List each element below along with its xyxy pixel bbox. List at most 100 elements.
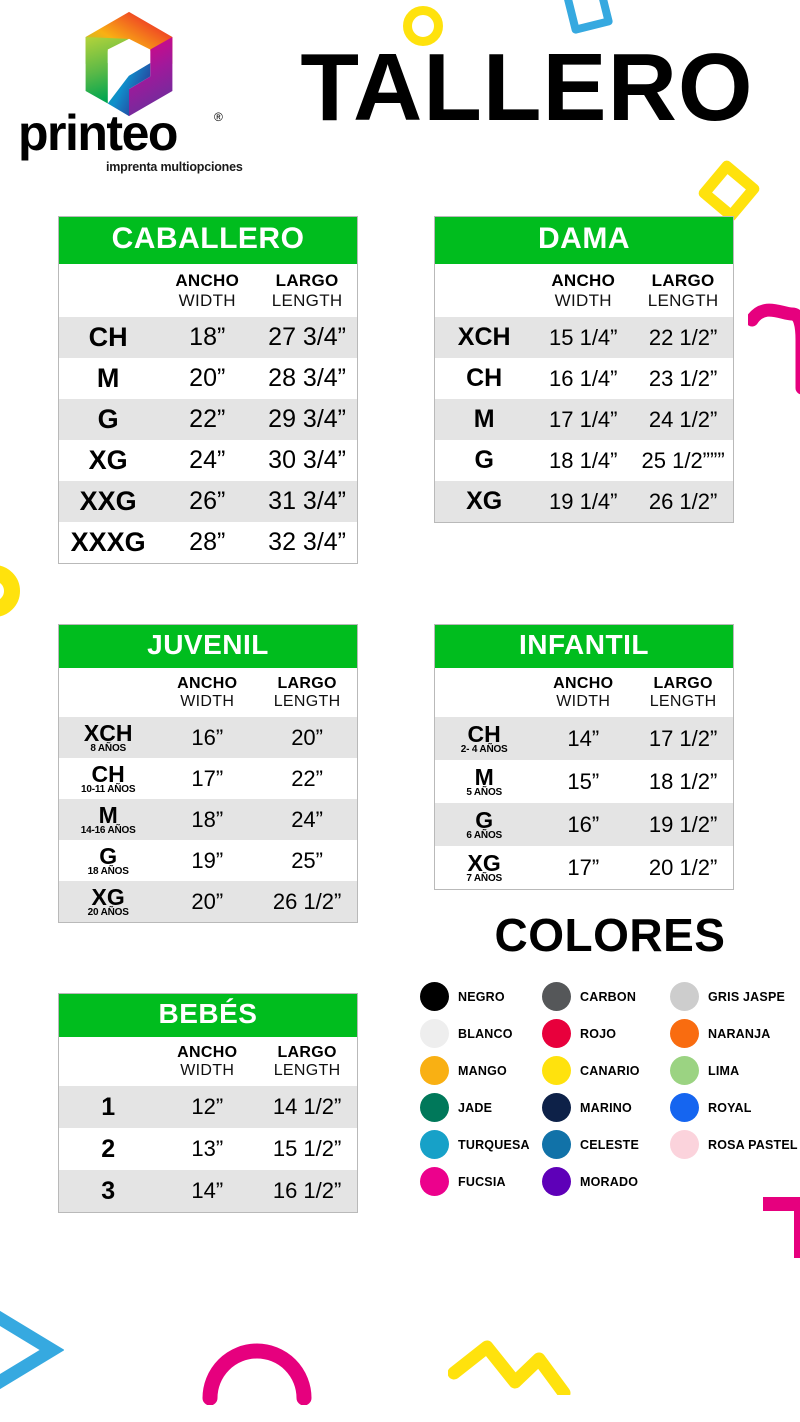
cell-length: 19 1/2”	[648, 811, 718, 837]
cell-age-label: 6 AÑOS	[466, 829, 502, 841]
column-headers: ANCHO WIDTH LARGO LENGTH	[59, 668, 357, 717]
col-width-label-es: ANCHO	[177, 1044, 238, 1061]
color-label: MORADO	[580, 1174, 639, 1189]
col-length-label-en: LENGTH	[649, 693, 717, 710]
cell-width: 17”	[191, 765, 224, 791]
color-label: MANGO	[458, 1063, 507, 1078]
cell-size: XXG	[79, 486, 137, 516]
cell-length: 20”	[291, 724, 323, 750]
pink-chevron-bottom-right-decoration	[763, 1197, 800, 1258]
cell-size: CH 2- 4 AÑOS	[435, 720, 533, 755]
col-length-header: LARGO LENGTH	[633, 675, 733, 711]
cell-size: G	[97, 404, 119, 434]
color-label: ROYAL	[708, 1100, 752, 1115]
cell-width: 17 1/4”	[549, 406, 618, 432]
col-width-label-en: WIDTH	[180, 693, 235, 710]
color-swatch-item: GRIS JASPE	[670, 978, 800, 1015]
color-circle-icon	[542, 1130, 571, 1159]
cell-width: 16”	[567, 811, 600, 837]
cell-size: 2	[101, 1134, 116, 1163]
cell-width: 26”	[189, 487, 226, 515]
column-headers: ANCHO WIDTH LARGO LENGTH	[435, 264, 733, 317]
color-swatch-item: ROYAL	[670, 1089, 800, 1126]
col-width-header: ANCHO WIDTH	[533, 271, 633, 311]
color-circle-icon	[670, 1093, 699, 1122]
cell-length: 28 3/4”	[268, 364, 347, 392]
cell-size: XCH 8 AÑOS	[59, 719, 157, 754]
col-size-header	[435, 675, 533, 711]
cell-length: 25 1/2”””	[641, 447, 725, 473]
size-table-infantil: INFANTIL ANCHO WIDTH LARGO LENGTH CH 2- …	[434, 624, 734, 890]
table-title-infantil: INFANTIL	[435, 625, 733, 668]
cell-size-label: G	[99, 842, 118, 869]
color-label: BLANCO	[458, 1026, 513, 1041]
color-circle-icon	[542, 1056, 571, 1085]
cell-age-label: 7 AÑOS	[466, 872, 502, 884]
color-circle-icon	[670, 1019, 699, 1048]
cell-size: M	[96, 363, 120, 393]
cell-width: 14”	[567, 725, 600, 751]
cell-size-label: CH	[467, 720, 501, 747]
table-row: XXXG 28” 32 3/4”	[59, 522, 357, 563]
cell-size: CH	[466, 364, 503, 392]
table-row: G 6 AÑOS 16” 19 1/2”	[435, 803, 733, 846]
col-size-header	[59, 1044, 157, 1080]
color-circle-icon	[420, 1167, 449, 1196]
size-table-dama: DAMA ANCHO WIDTH LARGO LENGTH XCH 15 1/4…	[434, 216, 734, 523]
color-label: TURQUESA	[458, 1137, 530, 1152]
color-circle-icon	[542, 1167, 571, 1196]
table-row: XXG 26” 31 3/4”	[59, 481, 357, 522]
table-title-caballero: CABALLERO	[59, 217, 357, 264]
color-swatch-item: NEGRO	[420, 978, 542, 1015]
table-row: M 14-16 AÑOS 18” 24”	[59, 799, 357, 840]
yellow-zigzag-bottom-decoration	[448, 1340, 571, 1395]
cell-size: M 14-16 AÑOS	[59, 803, 157, 836]
cell-size-label: XCH	[83, 719, 133, 746]
col-width-label-en: WIDTH	[180, 1062, 235, 1079]
cell-length: 16 1/2”	[272, 1178, 342, 1203]
color-circle-icon	[420, 1019, 449, 1048]
cell-size: CH	[88, 322, 128, 352]
column-headers: ANCHO WIDTH LARGO LENGTH	[59, 1037, 357, 1086]
color-swatch-item: TURQUESA	[420, 1126, 542, 1163]
cell-size: XG 20 AÑOS	[59, 885, 157, 918]
table-row: M 20” 28 3/4”	[59, 358, 357, 399]
cell-length: 32 3/4”	[268, 528, 347, 556]
cell-age-label: 20 AÑOS	[87, 906, 129, 918]
table-row: 1 12” 14 1/2”	[59, 1086, 357, 1128]
poster-header: printeo ® imprenta multiopciones TALLERO	[0, 0, 800, 200]
cell-width: 20”	[189, 364, 226, 392]
cell-length: 22”	[291, 765, 323, 791]
cell-size-label: G	[475, 806, 494, 833]
cell-length: 29 3/4”	[268, 405, 347, 433]
color-swatch-item: CANARIO	[542, 1052, 670, 1089]
color-swatch-item: CELESTE	[542, 1126, 670, 1163]
color-swatch-item: LIMA	[670, 1052, 800, 1089]
col-width-header: ANCHO WIDTH	[157, 1044, 257, 1080]
color-swatch-grid: NEGRO CARBON GRIS JASPE BLANCO ROJO NARA…	[420, 978, 800, 1200]
brand-name: printeo	[18, 105, 178, 161]
pink-wave-right-decoration	[748, 303, 800, 395]
cell-width: 18”	[189, 323, 226, 351]
table-row: XG 19 1/4” 26 1/2”	[435, 481, 733, 522]
color-label: ROSA PASTEL	[708, 1137, 798, 1152]
table-title-bebes: BEBÉS	[59, 994, 357, 1037]
cell-size: M	[473, 405, 495, 433]
table-row: M 5 AÑOS 15” 18 1/2”	[435, 760, 733, 803]
col-length-label-en: LENGTH	[647, 291, 719, 310]
color-circle-icon	[670, 1056, 699, 1085]
cell-length: 15 1/2”	[272, 1136, 342, 1161]
color-label: CELESTE	[580, 1137, 640, 1152]
cell-size: M 5 AÑOS	[435, 765, 533, 798]
cell-size: XG 7 AÑOS	[435, 851, 533, 884]
cell-size: XG	[466, 487, 503, 515]
color-swatch-spacer	[670, 1163, 800, 1200]
color-swatch-item: MANGO	[420, 1052, 542, 1089]
cell-width: 28”	[189, 528, 226, 556]
color-label: JADE	[458, 1100, 493, 1115]
color-swatch-item: MORADO	[542, 1163, 670, 1200]
cell-width: 14”	[191, 1178, 224, 1203]
col-length-label-es: LARGO	[653, 675, 713, 692]
table-row: M 17 1/4” 24 1/2”	[435, 399, 733, 440]
col-width-header: ANCHO WIDTH	[157, 271, 257, 311]
